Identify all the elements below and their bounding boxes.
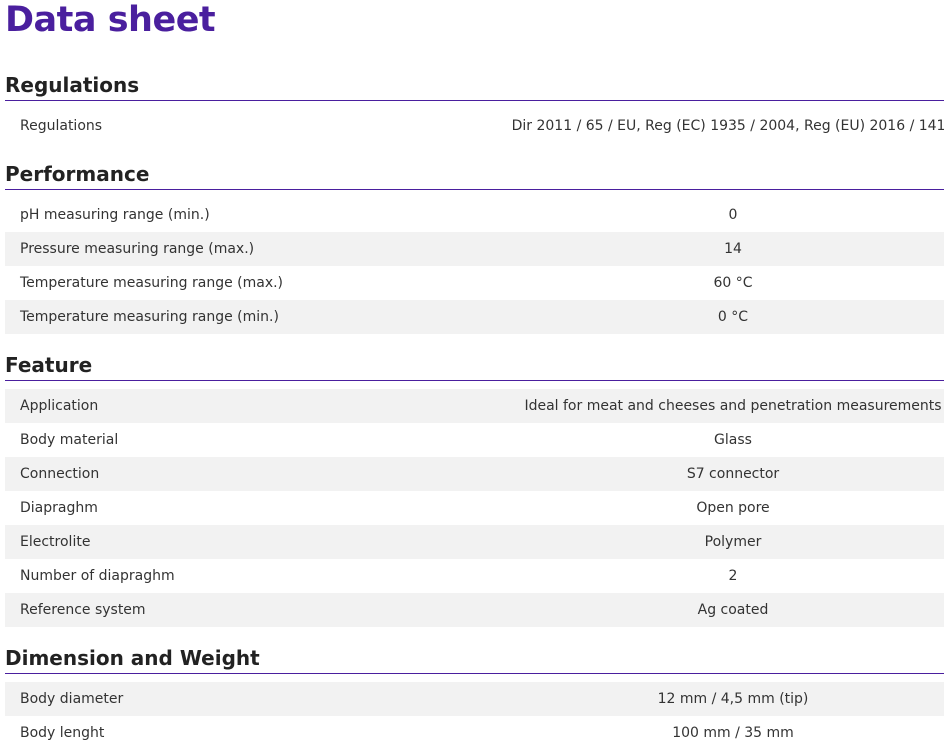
section-heading: Regulations (5, 70, 944, 101)
row-label: Pressure measuring range (max.) (20, 241, 255, 257)
row-label: Electrolite (20, 534, 91, 550)
row-value: Polymer (704, 534, 762, 550)
row-label: Body material (20, 432, 119, 448)
row-label: Diapraghm (20, 500, 98, 516)
row-value: Open pore (696, 500, 770, 516)
section-regulations: Regulations Regulations Dir 2011 / 65 / … (5, 70, 944, 143)
table-row: Temperature measuring range (min.) 0 °C (5, 300, 944, 334)
table-row: Electrolite Polymer (5, 525, 944, 559)
section-heading: Feature (5, 350, 944, 381)
table-row: Diapraghm Open pore (5, 491, 944, 525)
table-row: Body material Glass (5, 423, 944, 457)
row-label: Reference system (20, 602, 146, 618)
row-label: Body lenght (20, 725, 105, 741)
row-value: Glass (714, 432, 752, 448)
table-row: Body lenght 100 mm / 35 mm (5, 716, 944, 746)
row-value: 12 mm / 4,5 mm (tip) (657, 691, 809, 707)
row-label: Temperature measuring range (max.) (20, 275, 284, 291)
row-value: Ideal for meat and cheeses and penetrati… (524, 398, 942, 414)
row-value: S7 connector (686, 466, 780, 482)
section-dimension-and-weight: Dimension and Weight Body diameter 12 mm… (5, 643, 944, 746)
table-row: Temperature measuring range (max.) 60 °C (5, 266, 944, 300)
row-label: Temperature measuring range (min.) (20, 309, 279, 325)
data-sheet-page: Data sheet Regulations Regulations Dir 2… (0, 0, 944, 746)
row-value: 2 (728, 568, 738, 584)
table-row: Application Ideal for meat and cheeses a… (5, 389, 944, 423)
row-value: Ag coated (697, 602, 769, 618)
table-row: Body diameter 12 mm / 4,5 mm (tip) (5, 682, 944, 716)
row-value: 14 (724, 241, 742, 257)
table-row: Number of diapraghm 2 (5, 559, 944, 593)
page-title: Data sheet (5, 0, 216, 40)
section-feature: Feature Application Ideal for meat and c… (5, 350, 944, 627)
row-label: pH measuring range (min.) (20, 207, 210, 223)
table-row: Pressure measuring range (max.) 14 (5, 232, 944, 266)
section-heading: Performance (5, 159, 944, 190)
table-row: pH measuring range (min.) 0 (5, 198, 944, 232)
table-row: Connection S7 connector (5, 457, 944, 491)
section-heading: Dimension and Weight (5, 643, 944, 674)
table-row: Reference system Ag coated (5, 593, 944, 627)
row-value: 0 (728, 207, 738, 223)
row-value: 0 °C (717, 309, 749, 325)
row-value: Dir 2011 / 65 / EU, Reg (EC) 1935 / 2004… (511, 118, 944, 134)
table-row: Regulations Dir 2011 / 65 / EU, Reg (EC)… (5, 109, 944, 143)
row-label: Body diameter (20, 691, 124, 707)
row-value: 100 mm / 35 mm (672, 725, 794, 741)
row-label: Number of diapraghm (20, 568, 175, 584)
row-label: Connection (20, 466, 100, 482)
row-value: 60 °C (713, 275, 753, 291)
row-label: Regulations (20, 118, 103, 134)
section-performance: Performance pH measuring range (min.) 0 … (5, 159, 944, 334)
row-label: Application (20, 398, 99, 414)
